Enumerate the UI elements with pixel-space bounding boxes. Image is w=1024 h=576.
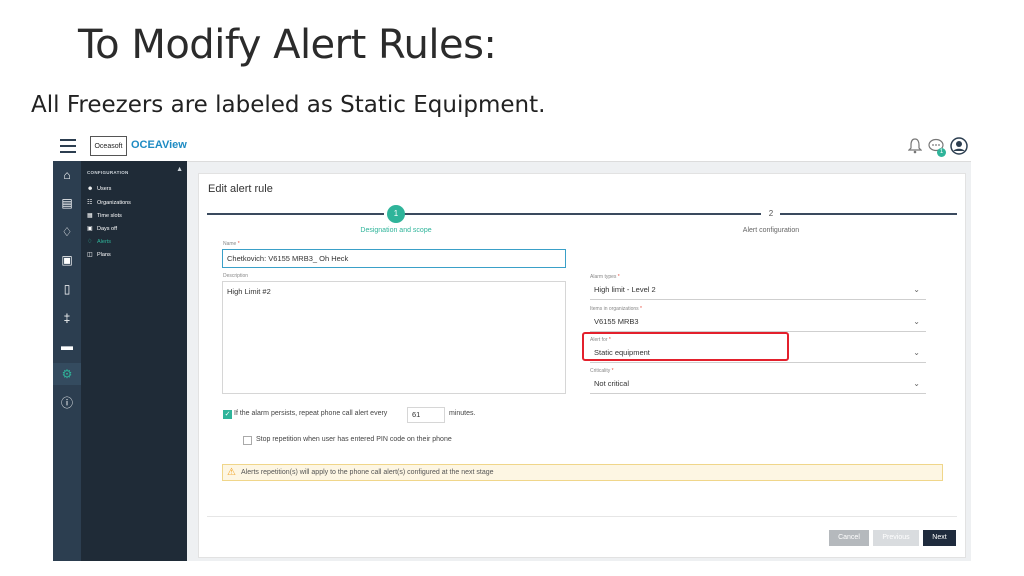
document-icon[interactable]: ▤ [53,192,81,214]
report-icon[interactable]: ▣ [53,249,81,271]
stepper-line [207,213,384,215]
chevron-down-icon: ⌄ [913,348,920,357]
app-name: OCEAView [131,139,187,151]
user-icon: ☻ [87,186,94,192]
chevron-down-icon: ⌄ [913,317,920,326]
sensor-icon[interactable]: ▯ [53,278,81,300]
stepper-line [780,213,957,215]
items-select[interactable]: V6155 MRB3 ⌄ [590,313,926,332]
repeat-alarm-checkbox[interactable]: ✓ [223,410,232,419]
highlight-box [582,332,789,361]
description-label: Description [223,273,249,279]
card-title: Edit alert rule [208,183,273,195]
notification-bell-icon[interactable] [907,138,924,154]
configuration-menu: CONFIGURATION ▲ ☻ Users ☷ Organizations ▦ T… [81,161,187,561]
map-icon: ◫ [87,252,93,258]
sidebar-item-organizations[interactable]: ☷ Organizations [87,199,131,206]
bell-icon[interactable]: ♢ [53,221,81,243]
step-1-circle[interactable]: 1 [387,205,405,223]
items-label: Items in organizations * [590,306,642,312]
sidebar-item-users[interactable]: ☻ Users [87,186,111,192]
chat-icon[interactable]: 1 [928,138,946,157]
sidebar-item-days-off[interactable]: ▣ Days off [87,225,117,232]
help-icon[interactable]: ⓘ [53,392,81,414]
step-1-label: Designation and scope [360,227,432,234]
sitemap-icon: ☷ [87,200,93,206]
criticality-label: Criticality * [590,368,614,374]
top-bar: Oceasoft OCEAView 1 [53,132,971,162]
repetition-warning: ⚠ Alerts repetition(s) will apply to the… [222,464,943,481]
notification-badge: 1 [937,148,946,157]
settings-icon[interactable]: ⚙ [53,363,81,385]
bell-icon: ♢ [87,239,93,245]
edit-alert-card: Edit alert rule 1 2 Designation and scop… [198,173,966,558]
stop-repetition-label: Stop repetition when user has entered PI… [256,436,452,443]
pin-icon[interactable]: ▲ [176,166,183,173]
minutes-label: minutes. [449,410,476,417]
step-2-label: Alert configuration [742,227,800,234]
home-icon[interactable]: ⌂ [53,164,81,186]
description-textarea[interactable]: High Limit #2 [222,281,566,394]
calendar-icon: ▦ [87,213,93,219]
oceasoft-logo: Oceasoft [90,136,127,156]
criticality-select[interactable]: Not critical ⌄ [590,375,926,394]
name-input[interactable]: Chetkovich: V6155 MRB3_ Oh Heck [222,249,566,268]
slide-title: To Modify Alert Rules: [78,22,497,68]
sidebar-item-time-slots[interactable]: ▦ Time slots [87,212,122,219]
alarm-types-select[interactable]: High limit - Level 2 ⌄ [590,281,926,300]
repeat-alarm-label: If the alarm persists, repeat phone call… [234,410,388,417]
menu-header: CONFIGURATION [87,170,129,175]
slide-subtitle: All Freezers are labeled as Static Equip… [31,92,546,118]
repeat-minutes-input[interactable]: 61 [407,407,445,423]
cancel-button[interactable]: Cancel [829,530,869,546]
step-2-circle[interactable]: 2 [762,205,780,223]
previous-button[interactable]: Previous [873,530,919,546]
sidebar-item-plans[interactable]: ◫ Plans [87,251,111,258]
name-label: Name * [223,241,240,247]
device-icon[interactable]: ▬ [53,335,81,357]
calendar-off-icon: ▣ [87,226,93,232]
icon-bar: ⌂ ▤ ♢ ▣ ▯ ‡ ▬ ⚙ ⓘ [53,161,81,561]
user-avatar-icon[interactable] [950,137,968,155]
menu-icon[interactable] [60,139,76,153]
chevron-down-icon: ⌄ [913,285,920,294]
alarm-types-label: Alarm types * [590,274,620,280]
sidebar-item-alerts[interactable]: ♢ Alerts [87,238,111,245]
footer-divider [207,516,957,517]
thermometer-icon[interactable]: ‡ [53,307,81,329]
warning-icon: ⚠ [227,467,236,478]
chevron-down-icon: ⌄ [913,379,920,388]
app-window: Oceasoft OCEAView 1 ⌂ ▤ ♢ ▣ ▯ ‡ ▬ ⚙ ⓘ CO… [53,132,971,561]
next-button[interactable]: Next [923,530,956,546]
stop-repetition-checkbox[interactable] [243,436,252,445]
stepper-line [403,213,761,215]
